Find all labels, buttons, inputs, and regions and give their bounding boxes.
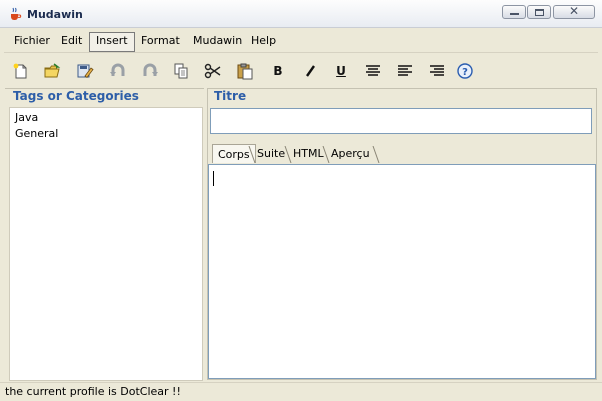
bold-icon: B <box>273 64 283 78</box>
open-button[interactable] <box>42 60 64 82</box>
help-button[interactable]: ? <box>454 60 476 82</box>
close-icon: ✕ <box>568 4 580 18</box>
tab-suite[interactable]: Suite <box>257 144 285 163</box>
paste-clipboard-icon <box>237 63 253 80</box>
align-left-icon <box>398 65 412 76</box>
copy-icon <box>174 63 188 79</box>
bold-button[interactable]: B <box>267 60 289 82</box>
undo-button[interactable] <box>107 60 129 82</box>
titre-legend: Titre <box>212 89 249 103</box>
tags-panel: Tags or Categories Java General <box>5 88 204 381</box>
cut-button[interactable] <box>202 60 224 82</box>
status-text: the current profile is DotClear !! <box>5 385 181 398</box>
open-folder-icon <box>44 63 61 78</box>
redo-button[interactable] <box>139 60 161 82</box>
close-button[interactable]: ✕ <box>553 4 595 19</box>
menu-bar: Fichier Edit Insert Format Mudawin Help <box>4 30 598 53</box>
status-bar: the current profile is DotClear !! <box>0 382 602 401</box>
new-document-button[interactable] <box>10 60 32 82</box>
save-edit-icon <box>77 64 94 79</box>
tags-legend: Tags or Categories <box>11 89 141 103</box>
titre-input[interactable] <box>210 108 592 134</box>
new-document-icon <box>13 63 27 79</box>
tab-separator <box>284 146 292 163</box>
menu-help[interactable]: Help <box>245 32 282 52</box>
editor-tabs: Corps Suite HTML Aperçu <box>212 144 592 164</box>
minimize-button[interactable] <box>502 5 526 19</box>
text-caret <box>213 171 214 186</box>
undo-icon <box>110 63 125 76</box>
tab-separator <box>248 146 256 163</box>
menu-insert[interactable]: Insert <box>89 32 135 52</box>
cut-scissors-icon <box>204 63 221 79</box>
menu-fichier[interactable]: Fichier <box>8 32 56 52</box>
underline-icon: U <box>336 64 346 78</box>
toolbar: B U ? <box>4 56 598 86</box>
tab-separator <box>322 146 330 163</box>
svg-text:?: ? <box>462 67 468 78</box>
menu-mudawin[interactable]: Mudawin <box>187 32 248 52</box>
window-title: Mudawin <box>27 8 83 21</box>
help-icon: ? <box>457 63 473 79</box>
title-bar[interactable]: Mudawin ✕ <box>0 0 602 28</box>
list-item[interactable]: Java <box>15 111 38 124</box>
redo-icon <box>143 63 158 76</box>
underline-button[interactable]: U <box>330 60 352 82</box>
align-left-button[interactable] <box>394 60 416 82</box>
tags-list[interactable]: Java General <box>9 107 203 381</box>
align-center-icon <box>366 65 380 76</box>
tab-apercu[interactable]: Aperçu <box>331 144 370 163</box>
save-button[interactable] <box>74 60 96 82</box>
list-item[interactable]: General <box>15 127 58 140</box>
tab-separator <box>372 146 380 163</box>
maximize-icon <box>535 9 544 16</box>
align-right-icon <box>430 65 444 76</box>
body-editor[interactable] <box>208 164 596 379</box>
menu-edit[interactable]: Edit <box>55 32 88 52</box>
menu-format[interactable]: Format <box>135 32 186 52</box>
align-right-button[interactable] <box>426 60 448 82</box>
maximize-button[interactable] <box>527 5 551 19</box>
java-cup-icon <box>8 7 22 21</box>
italic-icon <box>306 65 315 77</box>
tab-html[interactable]: HTML <box>293 144 324 163</box>
copy-button[interactable] <box>170 60 192 82</box>
italic-button[interactable] <box>299 60 321 82</box>
minimize-icon <box>510 13 519 15</box>
editor-panel: Titre Corps Suite HTML Aperçu <box>207 88 597 380</box>
paste-button[interactable] <box>234 60 256 82</box>
app-window: Mudawin ✕ Fichier Edit Insert Format Mud… <box>0 0 602 401</box>
align-center-button[interactable] <box>362 60 384 82</box>
